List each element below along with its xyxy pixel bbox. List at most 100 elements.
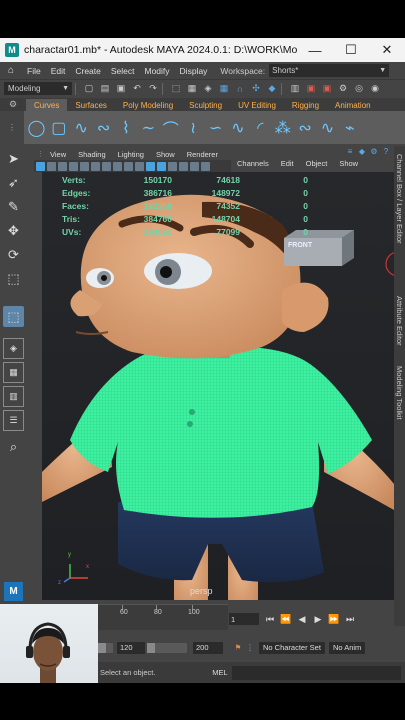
rotate-tool-icon[interactable]: ⟳ <box>3 244 24 265</box>
bezier-curve-icon[interactable]: ⌇ <box>116 118 136 138</box>
menu-modify[interactable]: Modify <box>140 66 175 76</box>
tab-modeling-toolkit[interactable]: Modeling Toolkit <box>394 366 405 420</box>
image-plane-icon[interactable] <box>69 161 78 171</box>
maximize-button[interactable]: ☐ <box>333 38 369 62</box>
close-button[interactable]: ✕ <box>369 38 405 62</box>
textured-icon[interactable] <box>168 161 177 171</box>
search-icon[interactable]: ⌕ <box>3 436 24 457</box>
chevron-down-icon[interactable]: ⋮ <box>245 643 255 652</box>
anim-layer-dropdown[interactable]: No Anim <box>328 641 366 654</box>
time-slider[interactable]: 60 80 100 <box>98 604 228 630</box>
pencil-curve-icon[interactable]: ∼ <box>138 118 158 138</box>
shelf-tab-curves[interactable]: Curves <box>26 99 68 111</box>
camera-attributes-icon[interactable] <box>47 161 56 171</box>
circle-curve-icon[interactable]: ◯ <box>26 118 46 138</box>
resolution-gate-icon[interactable] <box>102 161 111 171</box>
cb-menu-channels[interactable]: Channels <box>231 159 275 168</box>
go-to-end-icon[interactable]: ⏭ <box>342 614 358 625</box>
animation-end-field[interactable]: 200 <box>193 641 223 654</box>
viewport-menu-show[interactable]: Show <box>150 150 181 159</box>
film-gate-icon[interactable] <box>91 161 100 171</box>
menu-display[interactable]: Display <box>175 66 213 76</box>
maya-home-icon[interactable]: M <box>4 582 23 601</box>
lights-icon[interactable] <box>179 161 188 171</box>
gate-mask-icon[interactable] <box>113 161 122 171</box>
select-tool-icon[interactable]: ➤ <box>3 148 24 169</box>
select-hierarchy-icon[interactable]: ⬚ <box>170 83 182 95</box>
cv-curve-icon[interactable]: ∿ <box>71 118 91 138</box>
viewport-menu-view[interactable]: View <box>44 150 72 159</box>
go-to-start-icon[interactable]: ⏮ <box>262 614 278 625</box>
cb-menu-object[interactable]: Object <box>300 159 334 168</box>
snap-grid-icon[interactable]: ▦ <box>218 83 230 95</box>
play-forward-icon[interactable]: ▶ <box>310 614 326 625</box>
workspace-dropdown[interactable]: Shorts* ▼ <box>269 64 390 77</box>
bookmark-icon[interactable] <box>58 161 67 171</box>
step-back-frame-icon[interactable]: ◀ <box>294 614 310 625</box>
snap-surface-icon[interactable]: ◆ <box>266 83 278 95</box>
ambient-occlusion-icon[interactable] <box>201 161 210 171</box>
script-language-toggle[interactable]: MEL <box>208 668 232 677</box>
range-slider-bar[interactable] <box>147 642 187 653</box>
menu-set-dropdown[interactable]: Modeling ▼ <box>4 82 72 95</box>
ipr-render-icon[interactable]: ▣ <box>321 83 333 95</box>
field-chart-icon[interactable] <box>124 161 133 171</box>
hypershade-icon[interactable]: ◎ <box>353 83 365 95</box>
list-icon[interactable]: ≡ <box>345 146 355 156</box>
select-object-icon[interactable]: ▦ <box>186 83 198 95</box>
open-scene-icon[interactable]: ▤ <box>99 83 111 95</box>
viewport-menu-lighting[interactable]: Lighting <box>112 150 150 159</box>
attach-curve-icon[interactable]: ≀ <box>183 118 203 138</box>
character-set-dropdown[interactable]: No Character Set <box>259 641 325 654</box>
tab-channel-box[interactable]: Channel Box / Layer Editor <box>394 154 405 244</box>
persp-outliner-layout-icon[interactable]: ▥ <box>3 386 24 407</box>
home-icon[interactable]: ⌂ <box>4 64 18 78</box>
shelf-side-controls[interactable]: ⋮ <box>0 111 24 144</box>
tab-attribute-editor[interactable]: Attribute Editor <box>394 296 405 346</box>
select-camera-icon[interactable] <box>36 161 45 171</box>
arnold-icon[interactable]: ◉ <box>369 83 381 95</box>
render-settings-icon[interactable]: ⚙ <box>337 83 349 95</box>
cb-menu-show[interactable]: Show <box>333 159 364 168</box>
shelf-tab-surfaces[interactable]: Surfaces <box>67 99 115 111</box>
shelf-tab-sculpting[interactable]: Sculpting <box>181 99 230 111</box>
insert-knot-icon[interactable]: ∿ <box>228 118 248 138</box>
view-gizmo-icon[interactable] <box>385 252 394 276</box>
shelf-tab-animation[interactable]: Animation <box>327 99 379 111</box>
range-slider-handle[interactable] <box>98 642 106 653</box>
shelf-tab-poly-modeling[interactable]: Poly Modeling <box>115 99 181 111</box>
command-input[interactable] <box>232 665 401 680</box>
step-back-key-icon[interactable]: ⏪ <box>278 614 294 625</box>
minimize-button[interactable]: — <box>297 38 333 62</box>
bend-curve-icon[interactable]: ∾ <box>295 118 315 138</box>
help-icon[interactable]: ? <box>381 146 391 156</box>
smooth-shade-icon[interactable] <box>157 161 166 171</box>
snap-point-icon[interactable]: ✣ <box>250 83 262 95</box>
select-component-icon[interactable]: ◈ <box>202 83 214 95</box>
range-end-field[interactable]: 120 <box>117 641 145 654</box>
current-frame-field[interactable]: 1 <box>229 613 259 625</box>
shelf-tab-uv-editing[interactable]: UV Editing <box>230 99 284 111</box>
scale-tool-icon[interactable]: ⬚ <box>3 268 24 289</box>
grid-toggle-icon[interactable] <box>80 161 89 171</box>
range-slider-bar[interactable] <box>98 642 113 653</box>
viewport-menu-renderer[interactable]: Renderer <box>181 150 224 159</box>
lasso-tool-icon[interactable]: ➶ <box>3 172 24 193</box>
shelf-gear-icon[interactable]: ⚙ <box>0 98 26 111</box>
settings-icon[interactable]: ⚙ <box>369 146 379 156</box>
outliner-icon[interactable]: ☰ <box>3 410 24 431</box>
arc-icon[interactable]: ⌒ <box>161 118 181 139</box>
single-perspective-layout-icon[interactable]: ◈ <box>3 338 24 359</box>
auto-key-icon[interactable]: ⚑ <box>231 643 245 652</box>
redo-icon[interactable]: ↷ <box>147 83 159 95</box>
rebuild-curve-icon[interactable]: ⁂ <box>273 118 293 138</box>
safe-action-icon[interactable] <box>135 161 144 171</box>
move-tool-icon[interactable]: ✥ <box>3 220 24 241</box>
shelf-tab-rigging[interactable]: Rigging <box>284 99 327 111</box>
ep-curve-icon[interactable]: ∾ <box>94 118 114 138</box>
wireframe-icon[interactable] <box>146 161 155 171</box>
four-view-layout-icon[interactable]: ▦ <box>3 362 24 383</box>
step-forward-key-icon[interactable]: ⏩ <box>326 614 342 625</box>
detach-curve-icon[interactable]: ∽ <box>206 118 226 138</box>
square-curve-icon[interactable]: ▢ <box>49 118 69 138</box>
